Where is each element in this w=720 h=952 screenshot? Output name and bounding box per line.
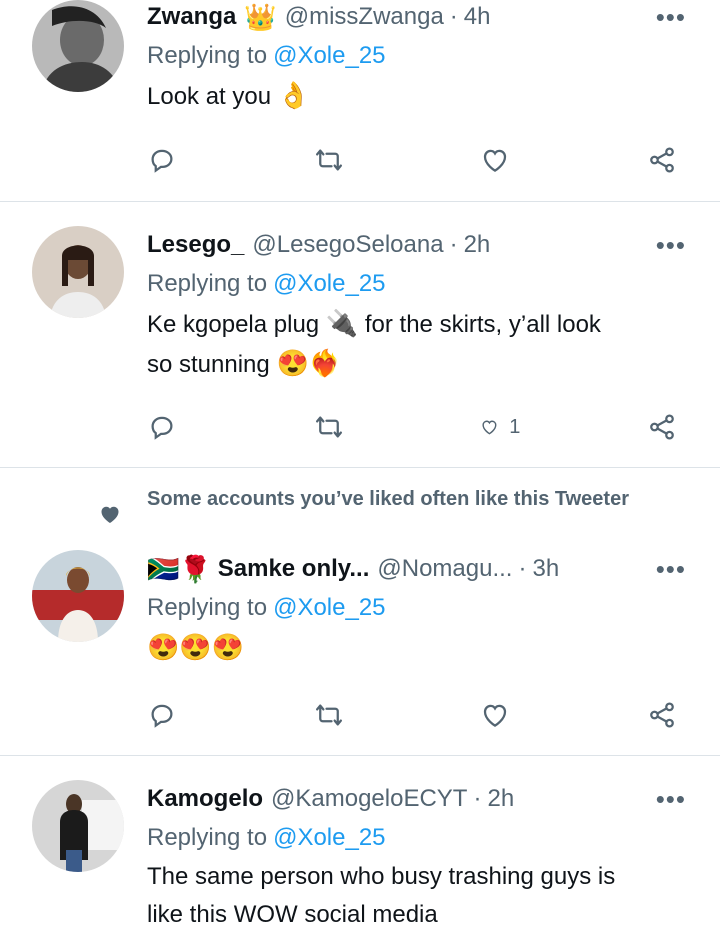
replying-to: Replying to @Xole_25	[147, 822, 700, 854]
timestamp[interactable]: 2h	[487, 784, 514, 814]
timestamp[interactable]: 2h	[464, 230, 491, 260]
timestamp[interactable]: 3h	[532, 554, 559, 584]
reply-button[interactable]	[147, 412, 187, 442]
tweet-kamogelo[interactable]: Kamogelo @KamogeloECYT · 2h ••• Replying…	[0, 756, 720, 952]
tweet-samke[interactable]: Some accounts you’ve liked often like th…	[0, 468, 720, 756]
like-icon	[480, 700, 510, 730]
share-icon	[647, 412, 677, 442]
crown-emoji: 👑	[244, 2, 277, 32]
tweet-body: Kamogelo @KamogeloECYT · 2h ••• Replying…	[147, 784, 700, 934]
mention-link[interactable]: @Xole_25	[273, 42, 385, 69]
separator: ·	[449, 231, 458, 258]
mention-link[interactable]: @Xole_25	[273, 824, 385, 851]
like-icon	[480, 145, 510, 175]
reply-button[interactable]	[147, 700, 187, 730]
avatar[interactable]	[32, 0, 124, 92]
timestamp[interactable]: 4h	[464, 2, 491, 32]
separator: ·	[518, 555, 527, 582]
tweet-header: Kamogelo @KamogeloECYT · 2h	[147, 784, 700, 814]
retweet-icon	[314, 412, 344, 442]
avatar[interactable]	[32, 550, 124, 642]
share-button[interactable]	[647, 145, 687, 175]
replying-to: Replying to @Xole_25	[147, 268, 700, 300]
retweet-button[interactable]	[314, 412, 354, 442]
tweet-header: Lesego_ @LesegoSeloana · 2h	[147, 230, 700, 260]
retweet-button[interactable]	[314, 145, 354, 175]
liked-heart-icon	[101, 506, 119, 523]
action-bar	[147, 145, 687, 175]
social-context: Some accounts you’ve liked often like th…	[147, 488, 629, 510]
reply-button[interactable]	[147, 145, 187, 175]
reply-icon	[147, 700, 177, 730]
retweet-button[interactable]	[314, 700, 354, 730]
ok-hand-emoji: 👌	[277, 80, 311, 110]
tweet-text-content: Look at you	[147, 83, 272, 110]
more-icon[interactable]: •••	[656, 232, 686, 258]
action-bar	[147, 700, 687, 730]
retweet-icon	[314, 145, 344, 175]
tweet-text: The same person who busy trashing guys i…	[147, 858, 700, 934]
replying-to-label: Replying to	[147, 270, 268, 297]
tweet-body: Zwanga 👑 @missZwanga · 4h ••• Replying t…	[147, 2, 700, 116]
tweet-text-content: for the skirts, y’all look	[364, 311, 601, 338]
heart-eyes-emoji: 😍❤️‍🔥	[276, 348, 342, 378]
replying-to: Replying to @Xole_25	[147, 40, 700, 72]
handle[interactable]: @Nomagu...	[377, 554, 512, 584]
share-button[interactable]	[647, 412, 687, 442]
retweet-icon	[314, 700, 344, 730]
tweet-text-content: Ke kgopela plug	[147, 311, 320, 338]
more-icon[interactable]: •••	[656, 786, 686, 812]
share-button[interactable]	[647, 700, 687, 730]
separator: ·	[449, 3, 458, 30]
reply-icon	[147, 412, 177, 442]
like-icon	[480, 412, 499, 442]
tweet-text: Ke kgopela plug 🔌 for the skirts, y’all …	[147, 304, 700, 384]
like-button[interactable]	[480, 145, 520, 175]
tweet-lesego[interactable]: Lesego_ @LesegoSeloana · 2h ••• Replying…	[0, 202, 720, 468]
tweet-body: Lesego_ @LesegoSeloana · 2h ••• Replying…	[147, 230, 700, 384]
more-icon[interactable]: •••	[656, 4, 686, 30]
replying-to: Replying to @Xole_25	[147, 592, 700, 624]
share-icon	[647, 700, 677, 730]
replying-to-label: Replying to	[147, 42, 268, 69]
replying-to-label: Replying to	[147, 594, 268, 621]
display-name[interactable]: Samke only...	[218, 554, 370, 584]
tweet-body: 🇿🇦🌹 Samke only... @Nomagu... · 3h ••• Re…	[147, 554, 700, 668]
handle[interactable]: @KamogeloECYT	[271, 784, 467, 814]
reply-icon	[147, 145, 177, 175]
separator: ·	[473, 785, 482, 812]
display-name[interactable]: Lesego_	[147, 230, 244, 260]
like-button[interactable]	[480, 700, 520, 730]
tweet-text: 😍😍😍	[147, 628, 700, 668]
like-count: 1	[509, 415, 521, 438]
share-icon	[647, 145, 677, 175]
tweet-zwanga[interactable]: Zwanga 👑 @missZwanga · 4h ••• Replying t…	[0, 0, 720, 202]
plug-emoji: 🔌	[325, 308, 359, 338]
handle[interactable]: @LesegoSeloana	[252, 230, 443, 260]
mention-link[interactable]: @Xole_25	[273, 270, 385, 297]
name-flag-emoji: 🇿🇦🌹	[147, 554, 212, 584]
tweet-text-content: so stunning	[147, 351, 270, 378]
action-bar: 1	[147, 412, 687, 442]
tweet-header: 🇿🇦🌹 Samke only... @Nomagu... · 3h	[147, 554, 700, 584]
mention-link[interactable]: @Xole_25	[273, 594, 385, 621]
display-name[interactable]: Kamogelo	[147, 784, 263, 814]
replying-to-label: Replying to	[147, 824, 268, 851]
avatar[interactable]	[32, 780, 124, 872]
tweet-text-content: The same person who busy trashing guys i…	[147, 863, 616, 890]
handle[interactable]: @missZwanga	[285, 2, 444, 32]
tweet-text-content: like this WOW social media	[147, 901, 438, 928]
display-name[interactable]: Zwanga	[147, 2, 236, 32]
avatar[interactable]	[32, 226, 124, 318]
tweet-header: Zwanga 👑 @missZwanga · 4h	[147, 2, 700, 32]
more-icon[interactable]: •••	[656, 556, 686, 582]
heart-eyes-emoji: 😍😍😍	[147, 632, 245, 662]
tweet-text: Look at you 👌	[147, 76, 700, 116]
like-button[interactable]: 1	[480, 412, 520, 442]
